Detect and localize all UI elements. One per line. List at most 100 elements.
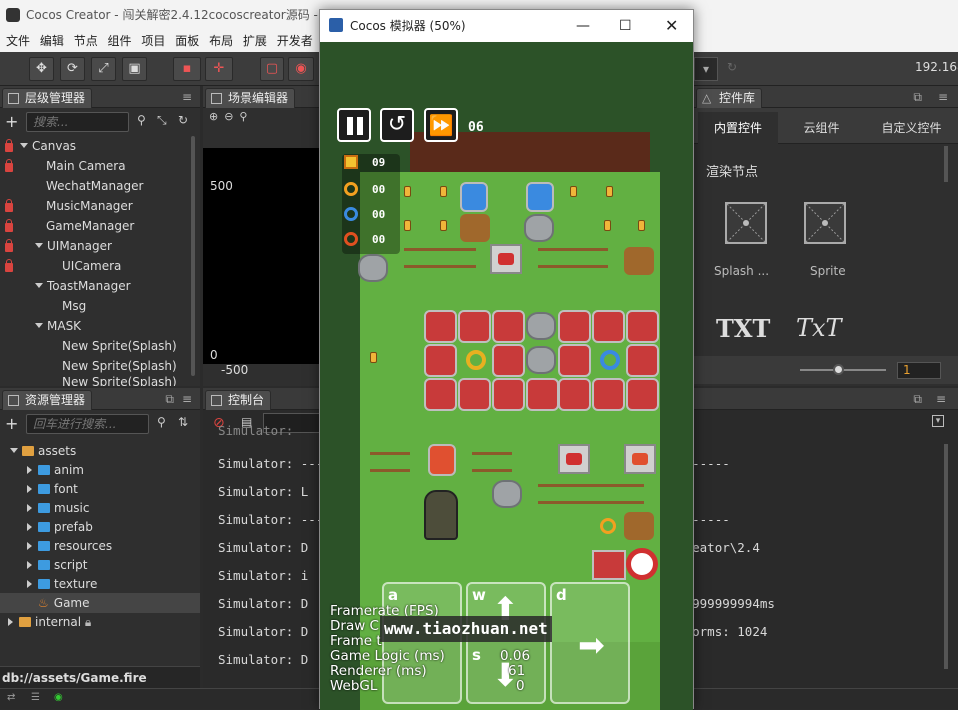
tree-node-toast-manager[interactable]: ToastManager bbox=[35, 276, 131, 296]
coin-icon bbox=[570, 186, 577, 197]
assets-search-input[interactable]: 回车进行搜索... bbox=[26, 414, 149, 434]
splash-widget-icon[interactable] bbox=[725, 202, 767, 244]
tree-node-mask[interactable]: MASK bbox=[35, 316, 81, 336]
panel-menu-icon[interactable]: ≡ bbox=[182, 388, 192, 410]
scene-tab[interactable]: 场景编辑器 bbox=[205, 88, 296, 108]
scrollbar[interactable] bbox=[944, 146, 948, 182]
collapsed-icon bbox=[27, 580, 32, 588]
red-lock-icon bbox=[428, 444, 456, 476]
key-orange-icon bbox=[344, 182, 358, 196]
local-global-button[interactable]: ✛ bbox=[205, 57, 233, 81]
menu-file[interactable]: 文件 bbox=[0, 30, 30, 52]
tree-node-music-manager[interactable]: MusicManager bbox=[46, 196, 133, 216]
up-down-key-pad[interactable]: w s ⬆ ⬇ bbox=[466, 582, 546, 704]
add-asset-icon[interactable]: + bbox=[5, 414, 18, 433]
right-arrow-icon[interactable]: ➡ bbox=[578, 626, 605, 664]
refresh-icon[interactable]: ↻ bbox=[178, 113, 188, 127]
tab-custom[interactable]: 自定义控件 bbox=[869, 112, 954, 144]
maximize-icon[interactable]: ⧉ bbox=[165, 388, 174, 410]
menu-component[interactable]: 组件 bbox=[102, 30, 132, 52]
asset-folder-anim[interactable]: anim bbox=[27, 460, 84, 480]
zoom-icons[interactable]: ⊕⊖⚲ bbox=[209, 110, 254, 123]
asset-folder-font[interactable]: font bbox=[27, 479, 78, 499]
scrollbar[interactable] bbox=[944, 444, 948, 669]
restart-button[interactable]: ↺ bbox=[380, 108, 414, 142]
sort-icon[interactable]: ⇅ bbox=[178, 415, 188, 429]
console-tab[interactable]: 控制台 bbox=[205, 390, 272, 410]
menu-edit[interactable]: 编辑 bbox=[34, 30, 64, 52]
tree-node-ui-camera[interactable]: UICamera bbox=[62, 256, 121, 276]
scrollbar[interactable] bbox=[191, 136, 195, 376]
coin-icon bbox=[606, 186, 613, 197]
menu-project[interactable]: 项目 bbox=[135, 30, 165, 52]
asset-folder-texture[interactable]: texture bbox=[27, 574, 97, 594]
pipe-tile bbox=[592, 550, 626, 580]
menu-layout[interactable]: 布局 bbox=[203, 30, 233, 52]
label-widget-icon[interactable]: TXT bbox=[716, 314, 770, 343]
slider-handle[interactable] bbox=[833, 364, 844, 375]
richtext-widget-icon[interactable]: TxT bbox=[796, 314, 842, 342]
move-tool-button[interactable]: ✥ bbox=[29, 57, 54, 81]
tree-node-ui-manager[interactable]: UIManager bbox=[35, 236, 112, 256]
tree-node-splash-1[interactable]: New Sprite(Splash) bbox=[62, 336, 177, 356]
tree-node-splash-3[interactable]: New Sprite(Splash) bbox=[62, 376, 177, 386]
hierarchy-search-input[interactable]: 搜索... bbox=[26, 112, 129, 132]
platform-dropdown-icon[interactable]: ▾ bbox=[694, 57, 718, 81]
assets-tab[interactable]: 资源管理器 bbox=[2, 390, 93, 410]
asset-folder-script[interactable]: script bbox=[27, 555, 87, 575]
panel-menu-icon[interactable]: ≡ bbox=[182, 86, 192, 108]
pipe-tile bbox=[626, 378, 659, 411]
menu-extension[interactable]: 扩展 bbox=[237, 30, 267, 52]
locate-icon[interactable]: ⤡ bbox=[157, 113, 167, 128]
zoom-value-input[interactable]: 1 bbox=[897, 362, 941, 379]
menu-developer[interactable]: 开发者 bbox=[271, 30, 313, 52]
asset-folder-resources[interactable]: resources bbox=[27, 536, 112, 556]
asset-folder-assets[interactable]: assets bbox=[10, 441, 76, 461]
sprite-widget-icon[interactable] bbox=[804, 202, 846, 244]
tree-node-canvas[interactable]: Canvas bbox=[20, 136, 76, 156]
close-button[interactable]: ✕ bbox=[665, 10, 678, 42]
pause-button[interactable] bbox=[337, 108, 371, 142]
add-node-icon[interactable]: + bbox=[5, 112, 18, 131]
library-tab[interactable]: △ 控件库 bbox=[696, 88, 763, 108]
game-canvas[interactable]: ↺ ⏩ 06 09 00 00 00 a w s ⬆ ⬇ d ➡ Framera… bbox=[320, 42, 693, 710]
panel-menu-icon[interactable]: ≡ bbox=[936, 388, 946, 410]
tree-node-msg[interactable]: Msg bbox=[62, 296, 86, 316]
maximize-icon[interactable]: ⧉ bbox=[913, 86, 922, 108]
collapse-dropdown-icon[interactable]: ▾ bbox=[932, 415, 944, 427]
left-key-pad[interactable]: a bbox=[382, 582, 462, 704]
preview-button[interactable]: ▢ bbox=[260, 57, 284, 81]
collapsed-icon bbox=[27, 485, 32, 493]
search-icon[interactable]: ⚲ bbox=[157, 415, 166, 429]
minimize-button[interactable]: — bbox=[576, 10, 590, 42]
stump-icon bbox=[624, 247, 654, 275]
tab-cloud[interactable]: 云组件 bbox=[784, 112, 859, 144]
rotate-tool-button[interactable]: ⟳ bbox=[60, 57, 85, 81]
maximize-icon[interactable]: ⧉ bbox=[913, 388, 922, 410]
tab-builtin[interactable]: 内置控件 bbox=[698, 112, 778, 144]
tree-node-main-camera[interactable]: Main Camera bbox=[46, 156, 126, 176]
tree-node-game-manager[interactable]: GameManager bbox=[46, 216, 134, 236]
refresh-icon[interactable]: ↻ bbox=[727, 60, 737, 74]
rect-tool-button[interactable]: ▣ bbox=[122, 57, 147, 81]
asset-scene-game[interactable]: ♨ Game bbox=[0, 593, 200, 613]
pipe-tile bbox=[592, 310, 625, 343]
asset-folder-internal[interactable]: internal 🔒︎ bbox=[8, 612, 91, 632]
asset-folder-music[interactable]: music bbox=[27, 498, 89, 518]
pivot-button[interactable]: ▪ bbox=[173, 57, 201, 81]
scale-tool-button[interactable]: ⤢ bbox=[91, 57, 116, 81]
search-icon[interactable]: ⚲ bbox=[137, 113, 146, 127]
right-key-pad[interactable]: d ➡ bbox=[550, 582, 630, 704]
tree-node-splash-2[interactable]: New Sprite(Splash) bbox=[62, 356, 177, 376]
ruler-label: 500 bbox=[210, 179, 233, 193]
hierarchy-tab[interactable]: 层级管理器 bbox=[2, 88, 93, 108]
asset-folder-prefab[interactable]: prefab bbox=[27, 517, 93, 537]
skip-level-button[interactable]: ⏩ bbox=[424, 108, 458, 142]
menu-node[interactable]: 节点 bbox=[68, 30, 98, 52]
cocos-logo-icon bbox=[6, 8, 20, 22]
maximize-button[interactable]: ☐ bbox=[619, 10, 632, 42]
panel-menu-icon[interactable]: ≡ bbox=[938, 86, 948, 108]
menu-panel[interactable]: 面板 bbox=[169, 30, 199, 52]
browser-button[interactable]: ◉ bbox=[288, 57, 314, 81]
tree-node-wechat-manager[interactable]: WechatManager bbox=[46, 176, 143, 196]
